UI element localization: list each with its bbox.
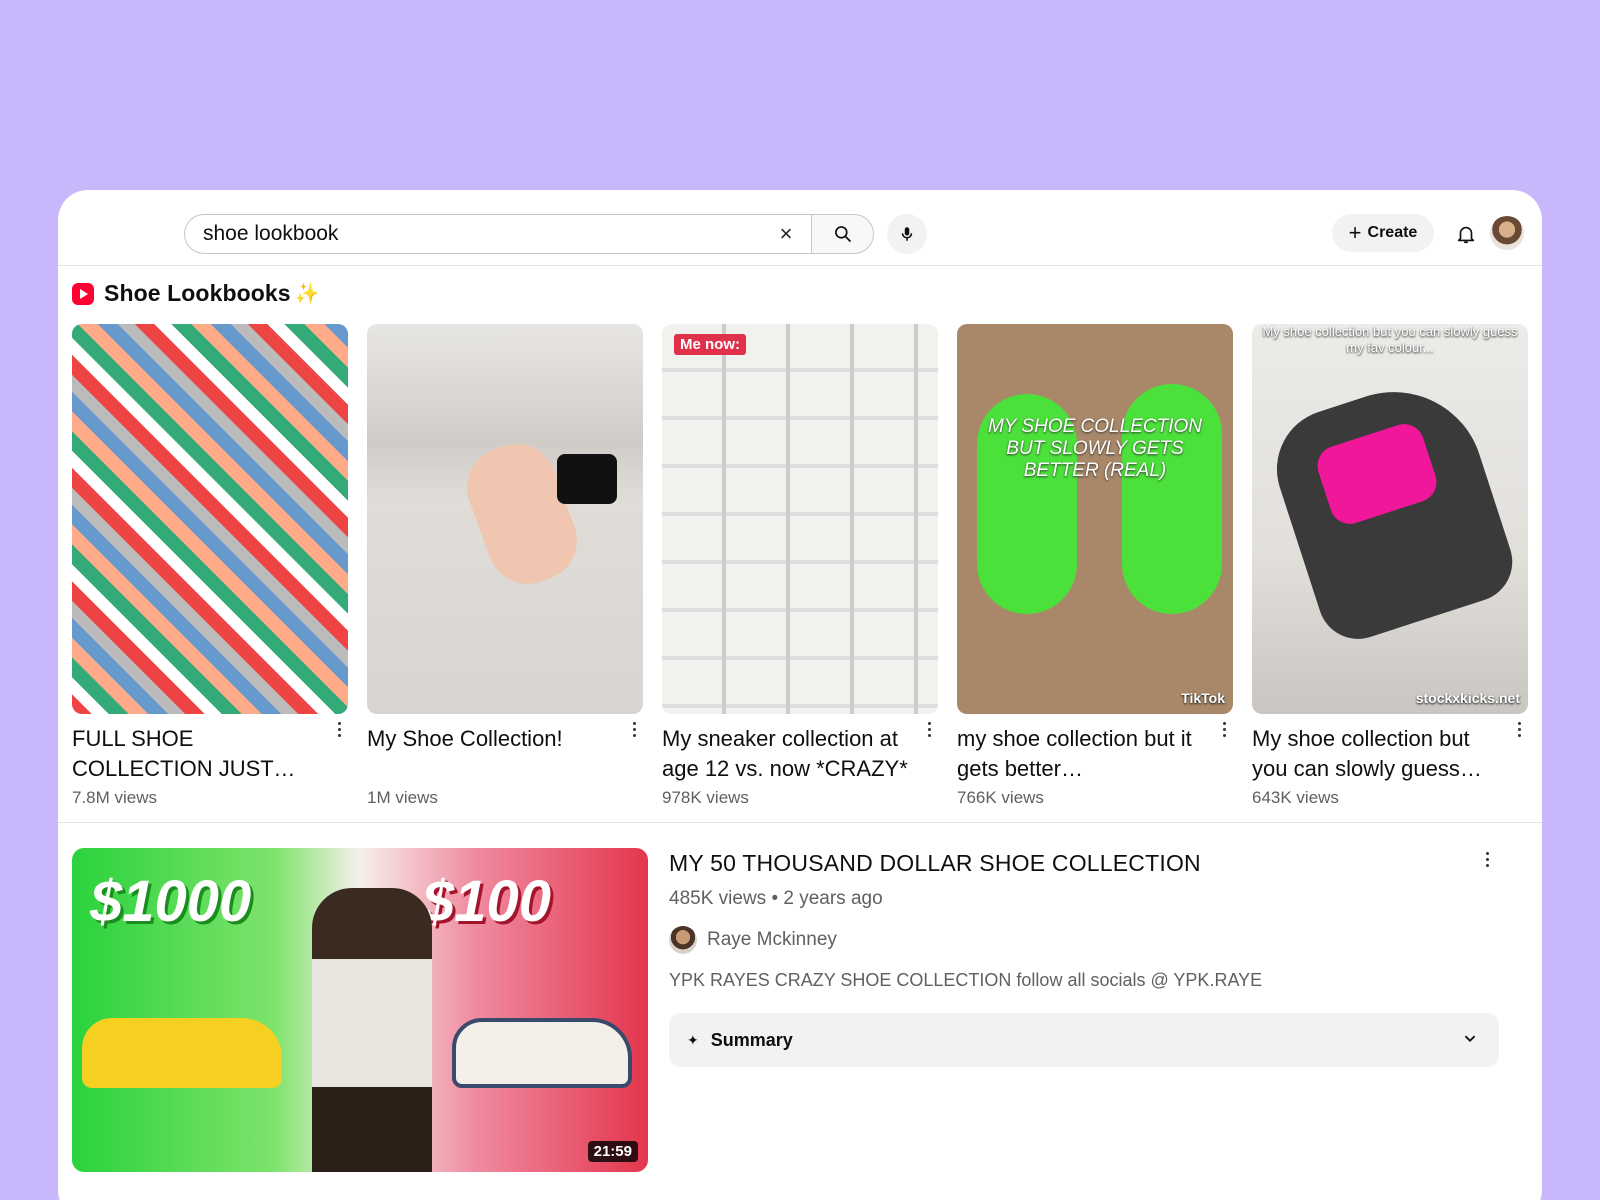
sparkle-icon: ✨ (294, 283, 320, 305)
short-card[interactable]: FULL SHOE COLLECTION JUST POSTED ON MY… … (72, 324, 348, 807)
channel-link[interactable]: Raye Mckinney (669, 926, 1529, 954)
short-views: 978K views (662, 788, 749, 807)
search-button[interactable] (811, 214, 874, 254)
close-icon[interactable]: × (775, 221, 797, 246)
short-thumbnail[interactable] (72, 324, 348, 714)
shorts-section-header: Shoe Lookbooks ✨ (72, 280, 320, 307)
more-options-icon[interactable] (1217, 718, 1231, 740)
short-overlay-text: MY SHOE COLLECTION BUT SLOWLY GETS BETTE… (988, 416, 1202, 481)
account-avatar[interactable] (1490, 216, 1524, 250)
channel-avatar[interactable] (669, 926, 697, 954)
short-overlay-text: My shoe collection but you can slowly gu… (1262, 324, 1518, 355)
short-views: 7.8M views (72, 788, 158, 807)
short-thumbnail[interactable] (367, 324, 643, 714)
more-options-icon[interactable] (1512, 718, 1526, 740)
section-title: Shoe Lookbooks (104, 280, 291, 306)
notifications-button[interactable] (1450, 218, 1482, 250)
channel-name[interactable]: Raye Mckinney (707, 929, 837, 951)
more-options-icon[interactable] (1480, 848, 1494, 870)
short-thumbnail[interactable]: My shoe collection but you can slowly gu… (1252, 324, 1528, 714)
short-views: 1M views (367, 788, 438, 807)
more-options-icon[interactable] (627, 718, 641, 740)
plus-icon: + (1348, 220, 1362, 245)
video-info: MY 50 THOUSAND DOLLAR SHOE COLLECTION 48… (669, 848, 1529, 1067)
short-watermark: TikTok (1181, 690, 1225, 706)
search-box: × (184, 214, 812, 254)
short-card[interactable]: MY SHOE COLLECTION BUT SLOWLY GETS BETTE… (957, 324, 1233, 807)
video-description: YPK RAYES CRAZY SHOE COLLECTION follow a… (669, 970, 1263, 990)
short-watermark: stockxkicks.net (1415, 690, 1520, 706)
short-title[interactable]: My shoe collection but you can slowly gu… (1252, 724, 1502, 784)
short-thumbnail[interactable]: MY SHOE COLLECTION BUT SLOWLY GETS BETTE… (957, 324, 1233, 714)
summary-button[interactable]: ✦ Summary (669, 1013, 1499, 1067)
short-card[interactable]: My shoe collection but you can slowly gu… (1252, 324, 1528, 807)
short-views: 766K views (957, 788, 1044, 807)
video-duration: 21:59 (587, 1141, 638, 1162)
more-options-icon[interactable] (922, 718, 936, 740)
thumb-text-right: $100 (422, 869, 552, 934)
short-badge: Me now: (674, 334, 746, 355)
voice-search-button[interactable] (887, 214, 927, 254)
short-title[interactable]: My sneaker collection at age 12 vs. now … (662, 724, 912, 784)
thumb-text-left: $1000 (90, 869, 252, 934)
sparkle-icon: ✦ (687, 1031, 699, 1048)
more-options-icon[interactable] (332, 718, 346, 740)
short-views: 643K views (1252, 788, 1339, 807)
video-meta: 485K views • 2 years ago (669, 888, 883, 909)
mic-icon (901, 227, 913, 241)
short-thumbnail[interactable]: Me now: (662, 324, 938, 714)
shorts-row: FULL SHOE COLLECTION JUST POSTED ON MY… … (72, 324, 1532, 807)
short-title[interactable]: FULL SHOE COLLECTION JUST POSTED ON MY… (72, 724, 322, 784)
short-title[interactable]: my shoe collection but it gets better… (957, 724, 1207, 784)
shorts-logo-icon (72, 282, 94, 305)
short-card[interactable]: My Shoe Collection! 1M views (367, 324, 643, 807)
search-icon (834, 226, 851, 243)
short-card[interactable]: Me now: My sneaker collection at age 12 … (662, 324, 938, 807)
create-label: Create (1367, 224, 1418, 241)
create-button[interactable]: + Create (1332, 214, 1434, 252)
bell-icon (1457, 226, 1475, 244)
browser-window: × + Create Shoe Lookbooks ✨ FULL SHOE CO… (58, 190, 1542, 1200)
top-bar: × + Create (58, 190, 1542, 266)
video-title[interactable]: MY 50 THOUSAND DOLLAR SHOE COLLECTION (669, 848, 1529, 878)
video-thumbnail[interactable]: $1000 $100 21:59 (72, 848, 648, 1172)
summary-label: Summary (710, 1029, 793, 1050)
short-title[interactable]: My Shoe Collection! (367, 724, 617, 754)
chevron-down-icon (1464, 1035, 1476, 1043)
section-divider (58, 822, 1542, 823)
search-input[interactable] (203, 222, 743, 246)
